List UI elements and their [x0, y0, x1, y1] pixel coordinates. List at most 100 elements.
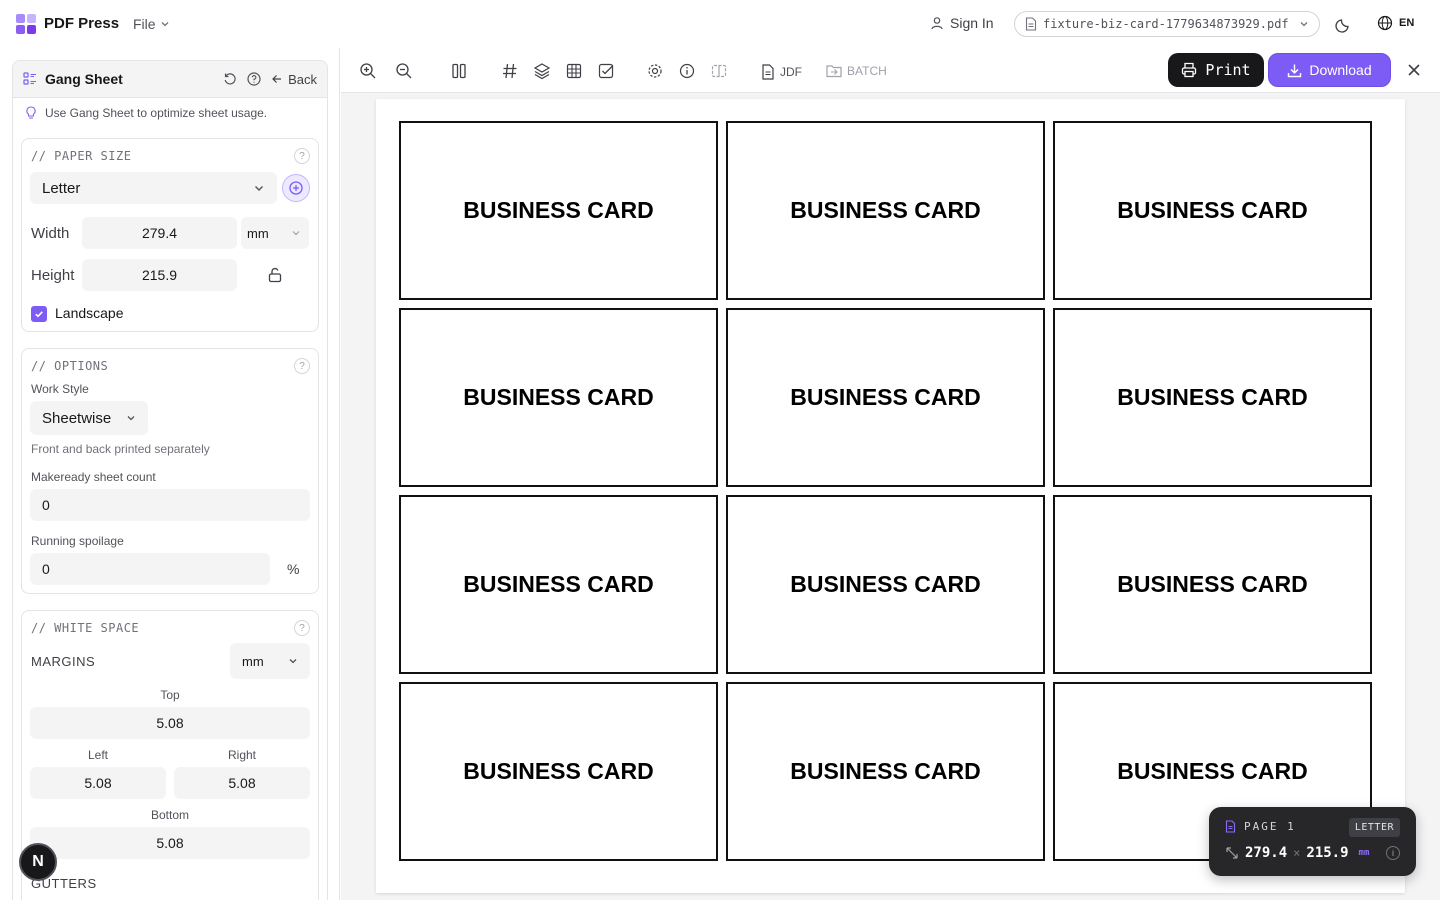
help-icon[interactable]: ?	[294, 358, 310, 374]
unit-select[interactable]: mm	[241, 217, 309, 249]
paper-size-select[interactable]: Letter	[30, 172, 277, 204]
makeready-input[interactable]: 0	[30, 489, 310, 521]
business-card[interactable]: BUSINESS CARD	[399, 495, 718, 674]
sign-in-label: Sign In	[950, 15, 994, 31]
paper-size-value: Letter	[42, 179, 81, 197]
help-icon[interactable]: ?	[294, 620, 310, 636]
margins-unit-select[interactable]: mm	[230, 643, 310, 679]
panel-header: Gang Sheet Back	[13, 61, 327, 98]
work-style-select[interactable]: Sheetwise	[30, 401, 148, 435]
business-card[interactable]: BUSINESS CARD	[1053, 495, 1372, 674]
options-label: // OPTIONS	[31, 359, 109, 373]
width-input[interactable]: 279.4	[82, 217, 237, 249]
chevron-down-icon	[161, 22, 169, 27]
file-selector[interactable]: fixture-biz-card-1779634873929.pdf	[1014, 11, 1320, 37]
margins-label: MARGINS	[31, 654, 96, 669]
business-card[interactable]: BUSINESS CARD	[399, 308, 718, 487]
file-text-icon	[762, 64, 774, 80]
print-button[interactable]: Print	[1168, 53, 1264, 87]
toolbar: JDF BATCH Print Download	[341, 48, 1440, 93]
business-card[interactable]: BUSINESS CARD	[726, 308, 1045, 487]
business-card[interactable]: BUSINESS CARD	[726, 495, 1045, 674]
settings-icon[interactable]	[646, 62, 664, 80]
download-button[interactable]: Download	[1268, 53, 1391, 87]
margins-unit-value: mm	[242, 653, 264, 669]
check-square-icon[interactable]	[597, 62, 615, 80]
globe-icon	[1377, 15, 1393, 31]
dark-mode-toggle-icon[interactable]	[1335, 15, 1353, 33]
spoilage-label: Running spoilage	[31, 534, 124, 548]
grid-icon[interactable]	[565, 62, 583, 80]
page-width: 279.4	[1245, 845, 1288, 861]
help-icon[interactable]: ?	[294, 148, 310, 164]
info-icon[interactable]	[678, 62, 696, 80]
user-icon	[931, 17, 943, 30]
info-icon[interactable]: i	[1386, 846, 1400, 860]
zoom-in-icon[interactable]	[359, 62, 377, 80]
page-height: 215.9	[1306, 845, 1349, 861]
height-value: 215.9	[141, 267, 178, 283]
columns-icon[interactable]	[450, 62, 468, 80]
options-section: // OPTIONS ? Work Style Sheetwise Front …	[21, 348, 319, 594]
business-card[interactable]: BUSINESS CARD	[1053, 121, 1372, 300]
business-card[interactable]: BUSINESS CARD	[726, 121, 1045, 300]
arrow-left-icon	[272, 75, 282, 83]
unit-value: mm	[247, 225, 269, 241]
help-icon[interactable]	[247, 72, 261, 86]
jdf-label: JDF	[780, 65, 802, 79]
margin-right-label: Right	[227, 748, 256, 762]
jdf-button[interactable]: JDF	[761, 64, 802, 80]
assistant-button[interactable]: N	[19, 843, 57, 881]
paper-size-label: // PAPER SIZE	[31, 149, 132, 163]
sign-in-button[interactable]: Sign In	[930, 15, 994, 31]
work-style-label: Work Style	[31, 382, 89, 396]
split-view-icon[interactable]	[710, 62, 728, 80]
download-icon	[1288, 64, 1302, 77]
gang-sheet-hint: Use Gang Sheet to optimize sheet usage.	[25, 106, 267, 120]
language-label: EN	[1399, 17, 1415, 29]
gang-sheet-panel: Gang Sheet Back Use Gang Sheet to optimi…	[12, 60, 328, 900]
unlock-icon[interactable]	[268, 267, 282, 283]
business-card[interactable]: BUSINESS CARD	[399, 121, 718, 300]
layers-icon[interactable]	[533, 62, 551, 80]
close-icon[interactable]	[1405, 61, 1423, 79]
height-label: Height	[31, 267, 75, 284]
landscape-checkbox[interactable]	[31, 306, 47, 322]
business-card[interactable]: BUSINESS CARD	[726, 682, 1045, 861]
panel-title: Gang Sheet	[45, 71, 123, 87]
makeready-label: Makeready sheet count	[31, 470, 156, 484]
back-label: Back	[288, 71, 317, 87]
height-input[interactable]: 215.9	[82, 259, 237, 291]
sheet-preview-area: BUSINESS CARD BUSINESS CARD BUSINESS CARD B…	[341, 93, 1440, 900]
hash-icon[interactable]	[501, 62, 519, 80]
width-label: Width	[31, 225, 70, 242]
landscape-label: Landscape	[55, 305, 124, 321]
margin-right-value: 5.08	[228, 775, 256, 791]
white-space-section: // WHITE SPACE ? MARGINS mm Top 5.08 Lef…	[21, 610, 319, 900]
download-label: Download	[1309, 62, 1372, 78]
add-paper-size-button[interactable]	[282, 174, 310, 202]
margin-top-input[interactable]: 5.08	[30, 707, 310, 739]
back-button[interactable]: Back	[271, 72, 317, 87]
makeready-value: 0	[42, 497, 50, 513]
margin-bottom-input[interactable]: 5.08	[30, 827, 310, 859]
reset-icon[interactable]	[223, 72, 237, 86]
zoom-out-icon[interactable]	[395, 62, 413, 80]
spoilage-input[interactable]: 0	[30, 553, 270, 585]
hint-text: Use Gang Sheet to optimize sheet usage.	[45, 106, 268, 120]
batch-button[interactable]: BATCH	[826, 64, 887, 78]
work-style-value: Sheetwise	[42, 409, 112, 427]
check-icon	[35, 311, 43, 318]
language-selector[interactable]: EN	[1377, 15, 1414, 31]
business-card[interactable]: BUSINESS CARD	[1053, 308, 1372, 487]
margin-right-input[interactable]: 5.08	[174, 767, 310, 799]
plus-circle-icon	[289, 181, 303, 195]
spoilage-value: 0	[42, 561, 50, 577]
white-space-label: // WHITE SPACE	[31, 621, 140, 635]
file-menu[interactable]: File	[133, 16, 170, 32]
page-icon	[1225, 820, 1236, 833]
business-card[interactable]: BUSINESS CARD	[399, 682, 718, 861]
margin-left-value: 5.08	[84, 775, 112, 791]
page-info-badge: PAGE 1 LETTER 279.4 × 215.9 mm i	[1209, 807, 1416, 876]
margin-left-input[interactable]: 5.08	[30, 767, 166, 799]
